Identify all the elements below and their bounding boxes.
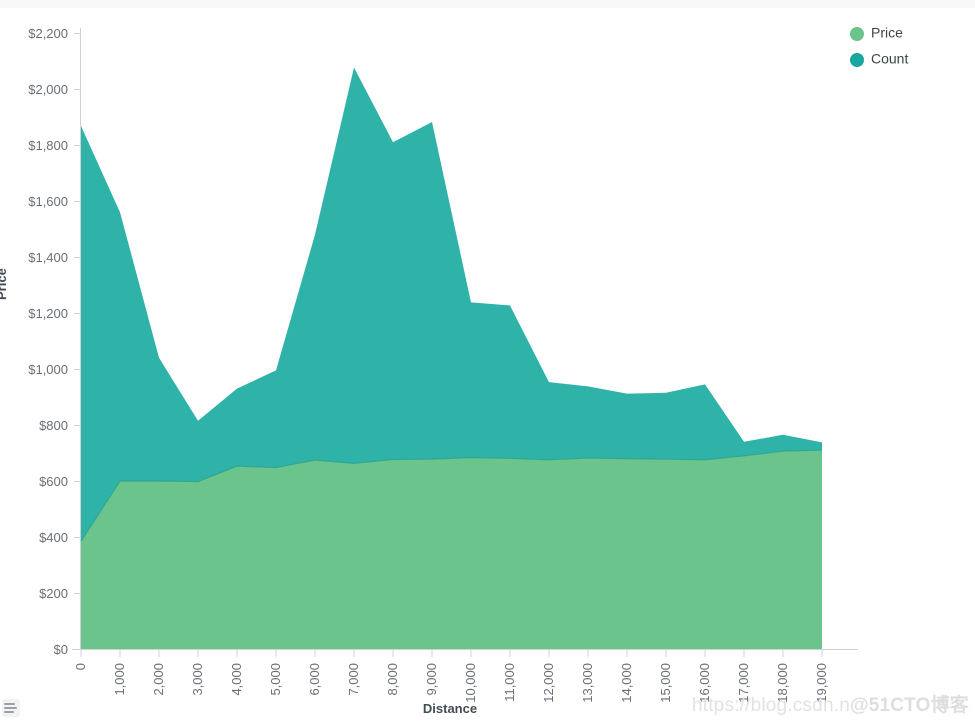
y-tick-6: $1,200: [28, 306, 80, 321]
x-tick-label: 3,000: [190, 663, 205, 696]
watermark: https://blog.csdn.n@51CTO博客: [692, 690, 969, 717]
y-tick-label: $1,200: [28, 306, 68, 321]
x-tick-label: 13,000: [580, 663, 595, 703]
chart-legend[interactable]: Price Count: [850, 25, 908, 67]
legend-swatch-icon: [850, 53, 864, 67]
y-tick-8: $1,600: [28, 194, 80, 209]
y-tick-7: $1,400: [28, 250, 80, 265]
watermark-url: https://blog.csdn.n: [691, 695, 850, 716]
x-axis-title: Distance: [423, 701, 477, 716]
x-tick-label: 11,000: [502, 663, 517, 702]
x-tick-label: 5,000: [268, 663, 283, 696]
y-axis-ticks: $0 $200 $400 $600 $800 $1,000 $1,200 $1,…: [28, 26, 80, 657]
y-tick-11: $2,200: [28, 26, 80, 41]
x-tick-label: 7,000: [346, 663, 361, 696]
list-lines-icon[interactable]: [2, 699, 20, 717]
x-tick-label: 0: [73, 663, 88, 670]
x-tick-label: 10,000: [463, 663, 478, 703]
y-tick-5: $1,000: [28, 362, 80, 377]
y-tick-label: $400: [39, 530, 68, 545]
y-tick-label: $1,600: [28, 194, 68, 209]
y-tick-3: $600: [39, 474, 80, 489]
chart-svg: $0 $200 $400 $600 $800 $1,000 $1,200 $1,…: [28, 25, 908, 716]
y-tick-2: $400: [39, 530, 80, 545]
x-tick-label: 14,000: [619, 663, 634, 703]
stacked-area-chart: $0 $200 $400 $600 $800 $1,000 $1,200 $1,…: [0, 0, 975, 725]
x-tick-label: 15,000: [658, 663, 673, 703]
y-tick-label: $800: [39, 418, 68, 433]
y-tick-label: $0: [54, 642, 68, 657]
x-tick-label: 8,000: [385, 663, 400, 696]
y-tick-label: $2,200: [28, 26, 68, 41]
y-tick-label: $1,800: [28, 138, 68, 153]
y-tick-label: $200: [39, 586, 68, 601]
x-tick-label: 12,000: [541, 663, 556, 703]
y-tick-label: $1,400: [28, 250, 68, 265]
x-tick-label: 1,000: [112, 663, 127, 696]
x-tick-label: 2,000: [151, 663, 166, 696]
legend-label: Price: [871, 25, 903, 41]
y-tick-0: $0: [54, 642, 80, 657]
watermark-brand: @51CTO博客: [849, 695, 969, 716]
y-tick-9: $1,800: [28, 138, 80, 153]
chart-page: $0 $200 $400 $600 $800 $1,000 $1,200 $1,…: [0, 0, 975, 725]
legend-item-count[interactable]: Count: [850, 51, 908, 67]
legend-swatch-icon: [850, 27, 864, 41]
y-tick-4: $800: [39, 418, 80, 433]
y-tick-label: $1,000: [28, 362, 68, 377]
x-tick-label: 4,000: [229, 663, 244, 696]
y-axis-title: Price: [0, 268, 9, 300]
y-tick-label: $600: [39, 474, 68, 489]
y-tick-1: $200: [39, 586, 80, 601]
legend-item-price[interactable]: Price: [850, 25, 903, 41]
legend-label: Count: [871, 51, 908, 67]
x-tick-label: 9,000: [424, 663, 439, 696]
y-tick-10: $2,000: [28, 82, 80, 97]
x-tick-label: 6,000: [307, 663, 322, 696]
y-tick-label: $2,000: [28, 82, 68, 97]
